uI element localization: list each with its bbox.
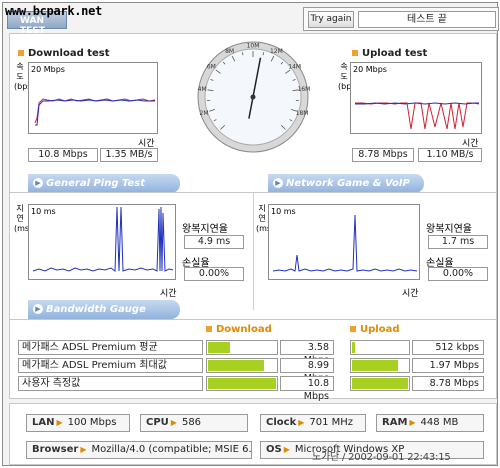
bw-upload-fill xyxy=(352,342,355,353)
game-loss-value: 0.00% xyxy=(428,267,488,281)
upload-y-axis-label: 속도(bps) xyxy=(338,62,359,91)
gauge-tick-label: 18M xyxy=(296,110,309,117)
gauge-tick-label: 4M xyxy=(198,86,207,93)
bw-row-label: 사용자 측정값 xyxy=(18,376,203,391)
ping-rtt-value: 4.9 ms xyxy=(184,235,244,249)
ping-banner: ▶ General Ping Test xyxy=(28,174,180,193)
game-banner: ▶ Network Game & VoIP Test xyxy=(268,174,424,208)
bw-upload-bar xyxy=(350,358,410,373)
bandwidth-banner: ▶ Bandwidth Gauge xyxy=(28,300,180,319)
watermark: www.bcpark.net xyxy=(5,4,102,18)
ram-info: RAM ▶ 448 MB xyxy=(376,414,484,432)
download-y-axis-label: 속도(bps) xyxy=(14,62,35,91)
bw-upload-fill xyxy=(352,360,398,371)
upload-mbs-value: 1.10 MB/s xyxy=(418,148,482,162)
timestamp: 노가단 / 2002-09-01 22:43:15 xyxy=(312,452,451,463)
arrow-right-icon: ▶ xyxy=(283,445,290,454)
arrow-right-icon: ▶ xyxy=(273,178,283,188)
ping-y-axis-label: 지연(ms) xyxy=(14,204,33,233)
arrow-right-icon: ▶ xyxy=(80,445,87,454)
clock-info: Clock ▶ 701 MHz xyxy=(260,414,366,432)
try-again-button[interactable]: Try again xyxy=(308,11,354,28)
download-mbps-value: 10.8 Mbps xyxy=(28,148,98,162)
gauge-tick-label: 16M xyxy=(297,86,310,93)
download-mbs-value: 1.35 MB/s xyxy=(100,148,158,162)
top-toolbar: Try again 테스트 끝 xyxy=(303,7,499,31)
download-plot xyxy=(34,98,156,126)
ping-rtt-label: 왕복지연율 xyxy=(182,224,228,235)
browser-info: Browser ▶ Mozilla/4.0 (compatible; MSIE 6.… xyxy=(26,441,252,459)
gauge-tick-label: 10M xyxy=(247,43,260,50)
gauge-tick-label: 2M xyxy=(200,110,209,117)
lan-info: LAN ▶ 100 Mbps xyxy=(26,414,130,432)
arrow-right-icon: ▶ xyxy=(33,304,43,314)
game-rtt-label: 왕복지연율 xyxy=(426,224,472,235)
arrow-right-icon: ▶ xyxy=(409,418,416,427)
divider xyxy=(10,319,496,320)
bw-upload-bar xyxy=(350,376,410,391)
bw-row-label: 메가패스 ADSL Premium 최대값 xyxy=(18,358,203,373)
results-panel: Download test 속도(bps) 20 Mbps 시간 10.8 Mb… xyxy=(9,33,497,402)
bw-download-fill xyxy=(208,378,276,389)
bw-download-value: 8.99 Mbps xyxy=(280,358,334,384)
app-frame: WAN TEST Try again 테스트 끝 Download test 속… xyxy=(2,2,499,466)
bullet-icon xyxy=(352,50,358,56)
bw-download-header: Download xyxy=(206,324,272,335)
arrow-right-icon: ▶ xyxy=(170,418,177,427)
arrow-right-icon: ▶ xyxy=(56,418,63,427)
arrow-right-icon: ▶ xyxy=(33,178,43,188)
bw-upload-bar xyxy=(350,340,410,355)
bw-upload-header: Upload xyxy=(350,324,399,335)
gauge-tick-label: 8M xyxy=(225,48,234,55)
gauge-tick-label: 12M xyxy=(270,48,283,55)
bw-download-bar xyxy=(206,340,278,355)
bw-download-bar xyxy=(206,358,278,373)
bw-download-bar xyxy=(206,376,278,391)
bw-upload-value: 8.78 Mbps xyxy=(412,376,484,391)
upload-mbps-value: 8.78 Mbps xyxy=(352,148,414,162)
game-y-axis-label: 지연(ms) xyxy=(256,204,275,233)
download-graph: 20 Mbps xyxy=(28,62,158,134)
upload-title: Upload test xyxy=(352,48,427,59)
end-test-button[interactable]: 테스트 끝 xyxy=(358,11,496,28)
arrow-right-icon: ▶ xyxy=(298,418,305,427)
bw-row-label: 메가패스 ADSL Premium 평균 xyxy=(18,340,203,355)
cpu-info: CPU ▶ 586 xyxy=(140,414,248,432)
game-graph: 10 ms xyxy=(268,204,420,280)
speed-gauge: 2M 4M 6M 8M 10M 12M 14M 16M 18M xyxy=(196,40,310,154)
game-x-axis-label: 시간 xyxy=(402,289,419,299)
gauge-dial: 2M 4M 6M 8M 10M 12M 14M 16M 18M xyxy=(197,41,310,153)
download-title: Download test xyxy=(18,48,110,59)
gauge-hub xyxy=(250,94,256,100)
ping-x-axis-label: 시간 xyxy=(160,289,177,299)
upload-plot xyxy=(355,102,480,130)
ping-graph: 10 ms xyxy=(28,204,176,280)
game-rtt-value: 1.7 ms xyxy=(428,235,488,249)
bullet-icon xyxy=(350,326,356,332)
gauge-tick-label: 14M xyxy=(288,64,301,71)
bw-download-value: 3.58 Mbps xyxy=(280,340,334,366)
ping-loss-value: 0.00% xyxy=(184,267,244,281)
bw-download-fill xyxy=(208,342,230,353)
bw-download-fill xyxy=(208,360,264,371)
bw-upload-value: 512 kbps xyxy=(412,340,484,355)
bullet-icon xyxy=(18,50,24,56)
game-plot xyxy=(272,214,418,272)
ping-plot xyxy=(32,206,174,272)
upload-graph: 20 Mbps xyxy=(350,62,482,134)
divider xyxy=(253,192,254,310)
bullet-icon xyxy=(206,326,212,332)
gauge-tick-label: 6M xyxy=(207,64,216,71)
bw-upload-fill xyxy=(352,378,408,389)
bw-download-value: 10.8 Mbps xyxy=(280,376,334,402)
bw-upload-value: 1.97 Mbps xyxy=(412,358,484,373)
